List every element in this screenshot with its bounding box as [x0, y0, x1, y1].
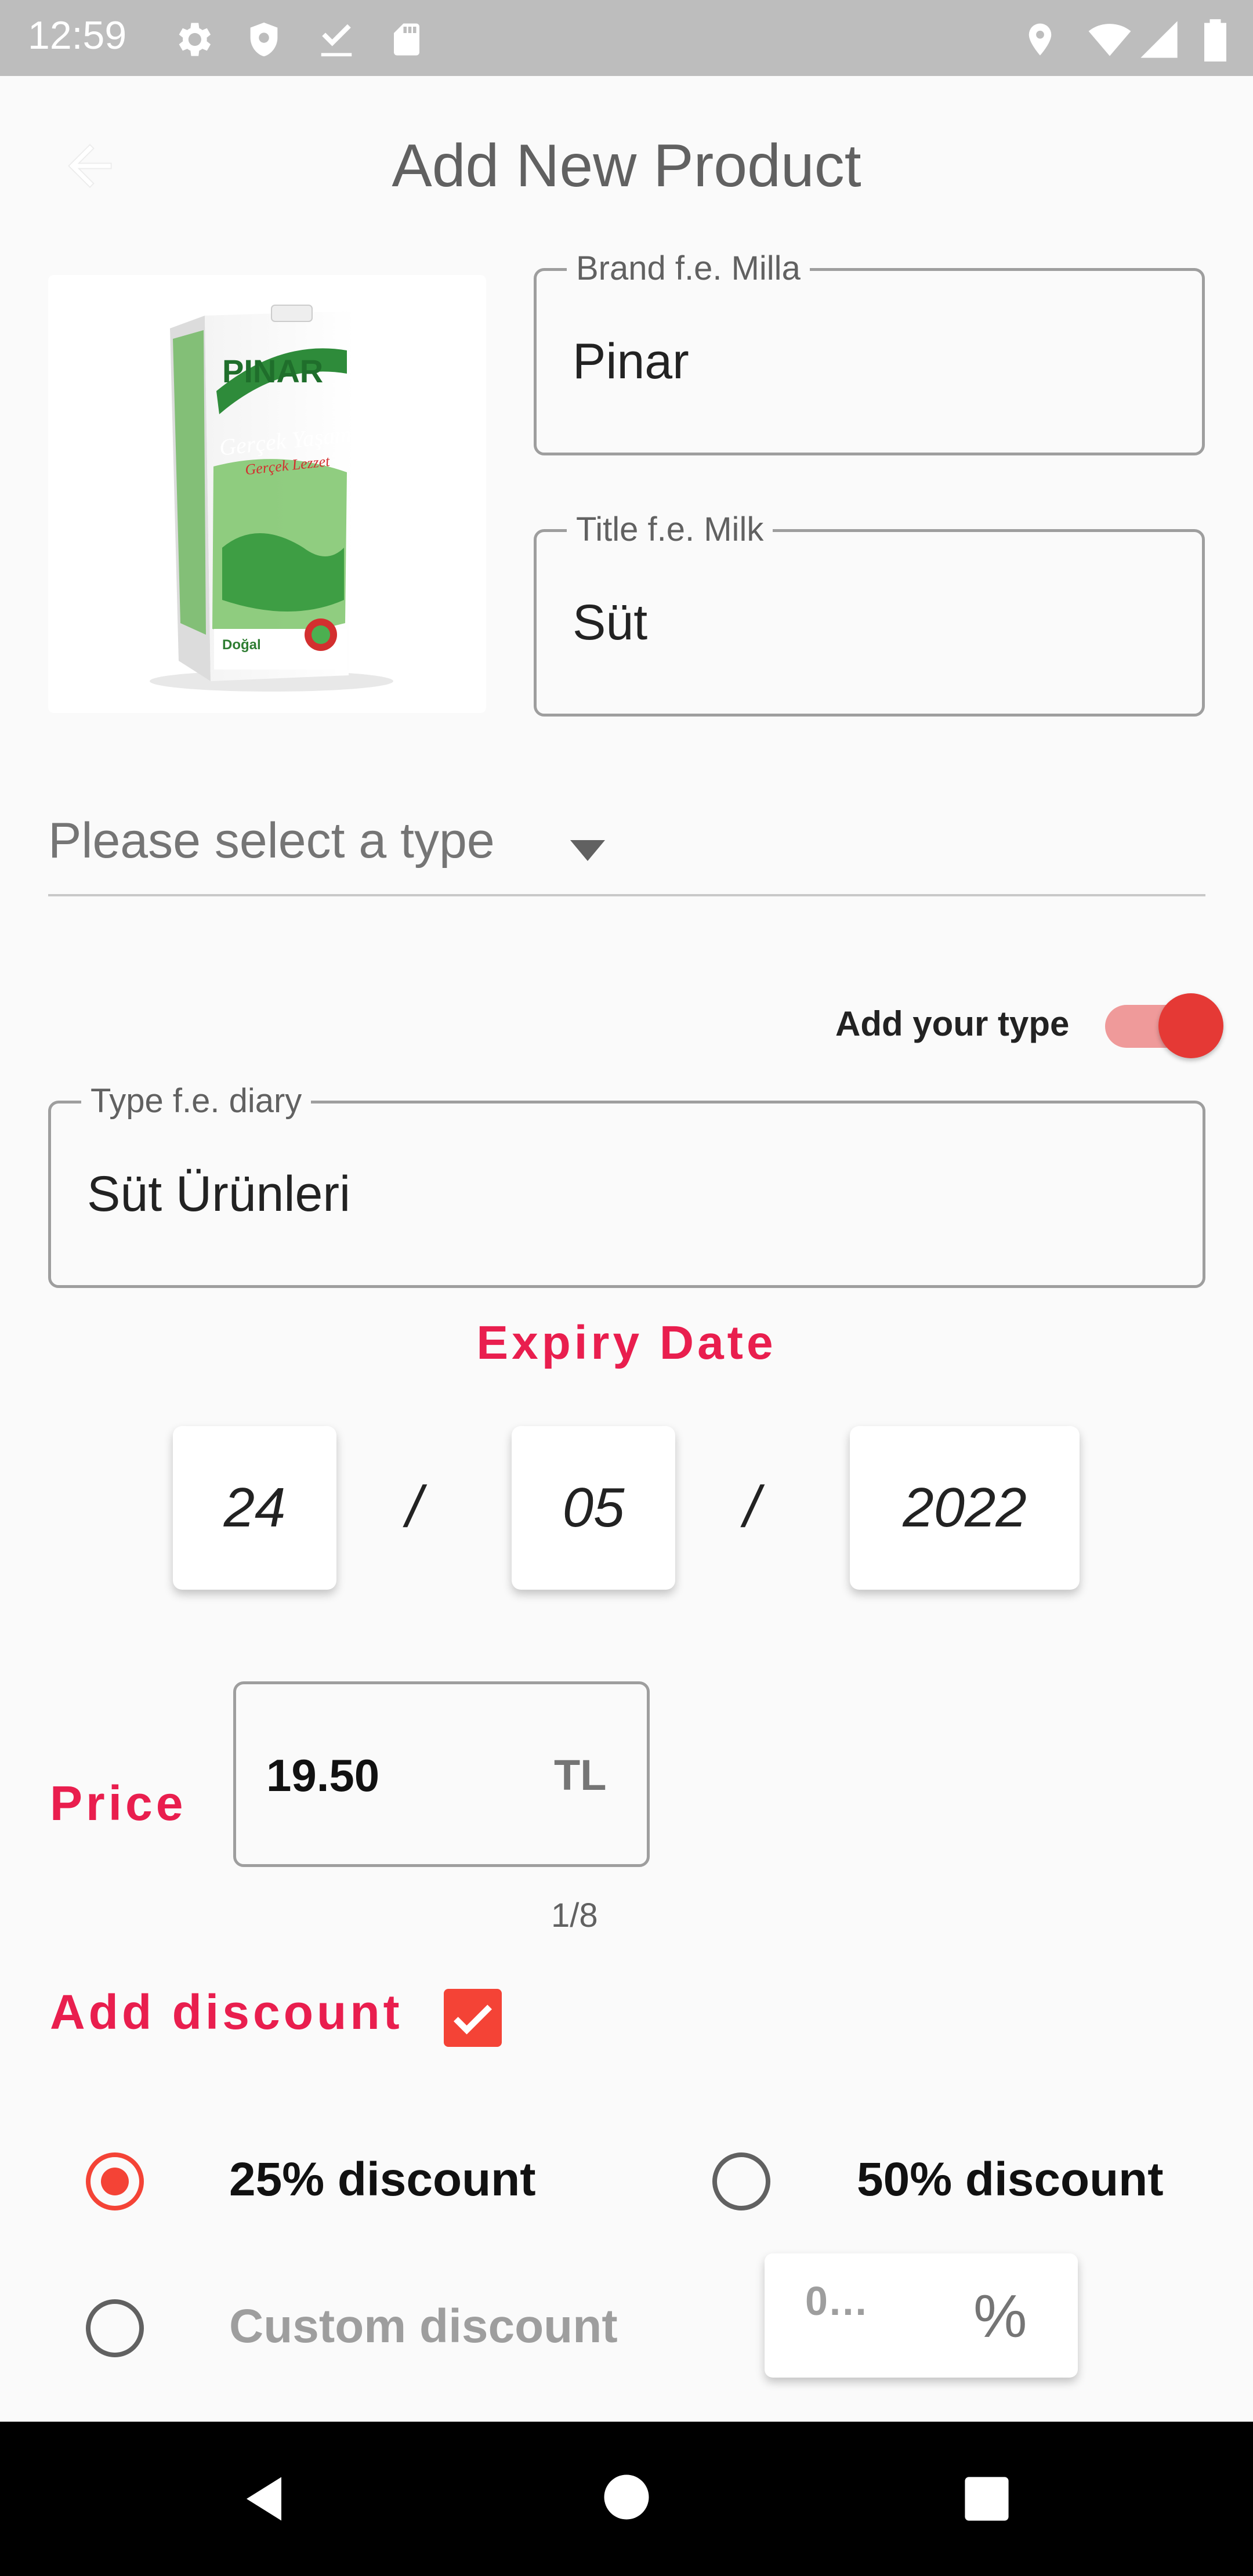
type-dropdown[interactable]: Please select a type [48, 806, 1205, 896]
percent-suffix: % [973, 2283, 1027, 2350]
radio-50-discount[interactable] [712, 2152, 770, 2210]
battery-icon [1204, 19, 1226, 61]
type-field-value: Süt Ürünleri [87, 1166, 351, 1222]
brand-field-value: Pinar [573, 334, 689, 389]
gear-icon [179, 23, 211, 56]
type-field[interactable]: Type f.e. diary Süt Ürünleri [48, 1081, 1205, 1288]
carton-natural-text: Doğal [222, 637, 261, 653]
shield-icon [250, 22, 278, 57]
expiry-month-field[interactable]: 05 [512, 1426, 675, 1590]
price-char-counter: 1/8 [551, 1897, 598, 1934]
radio-custom-discount[interactable] [86, 2299, 144, 2357]
add-type-switch-label: Add your type [835, 1004, 1070, 1043]
milk-carton-image: PINAR Gerçek Yaşam Gerçek Lezzet Doğal [150, 305, 393, 692]
carton-brand-text: PINAR [222, 353, 323, 389]
sd-card-icon [394, 23, 419, 56]
type-dropdown-placeholder: Please select a type [48, 813, 495, 869]
radio-50-discount-label: 50% discount [857, 2153, 1164, 2206]
add-type-switch[interactable] [1105, 992, 1223, 1058]
radio-25-discount-label: 25% discount [229, 2153, 536, 2206]
chevron-down-icon [570, 840, 605, 861]
price-value: 19.50 [266, 1750, 380, 1801]
check-icon [454, 2005, 492, 2035]
date-separator: / [406, 1474, 422, 1539]
price-field[interactable]: 19.50 TL [233, 1681, 650, 1867]
location-icon [1029, 23, 1052, 56]
navigation-bar [0, 2422, 1253, 2576]
radio-custom-discount-label: Custom discount [229, 2300, 618, 2353]
expiry-day-field[interactable]: 24 [173, 1426, 336, 1590]
status-bar: 12:59 [0, 0, 1253, 76]
title-field[interactable]: Title f.e. Milk Süt [534, 510, 1205, 717]
page-title: Add New Product [392, 132, 861, 200]
app-bar: Add New Product [0, 76, 1253, 256]
status-time: 12:59 [28, 13, 127, 57]
wifi-icon [1088, 24, 1131, 56]
back-triangle-icon[interactable] [238, 2473, 290, 2525]
custom-discount-placeholder: 0… [805, 2278, 868, 2324]
date-separator: / [744, 1474, 760, 1539]
product-image[interactable]: PINAR Gerçek Yaşam Gerçek Lezzet Doğal [48, 275, 486, 713]
price-label: Price [50, 1776, 187, 1830]
radio-selected-dot [101, 2168, 129, 2195]
add-discount-checkbox[interactable] [444, 1989, 502, 2047]
price-currency: TL [554, 1751, 607, 1799]
custom-discount-field[interactable]: 0… % [765, 2253, 1078, 2378]
title-field-value: Süt [573, 595, 648, 650]
recents-square-icon[interactable] [963, 2475, 1011, 2523]
brand-field[interactable]: Brand f.e. Milla Pinar [534, 249, 1205, 455]
signal-icon [1140, 21, 1178, 58]
expiry-date-title: Expiry Date [476, 1316, 777, 1369]
add-discount-label: Add discount [50, 1985, 403, 2039]
expiry-year-field[interactable]: 2022 [850, 1426, 1080, 1590]
download-check-icon [321, 24, 352, 57]
switch-thumb [1158, 993, 1223, 1058]
home-circle-icon[interactable] [602, 2473, 651, 2521]
radio-25-discount[interactable] [86, 2152, 144, 2210]
